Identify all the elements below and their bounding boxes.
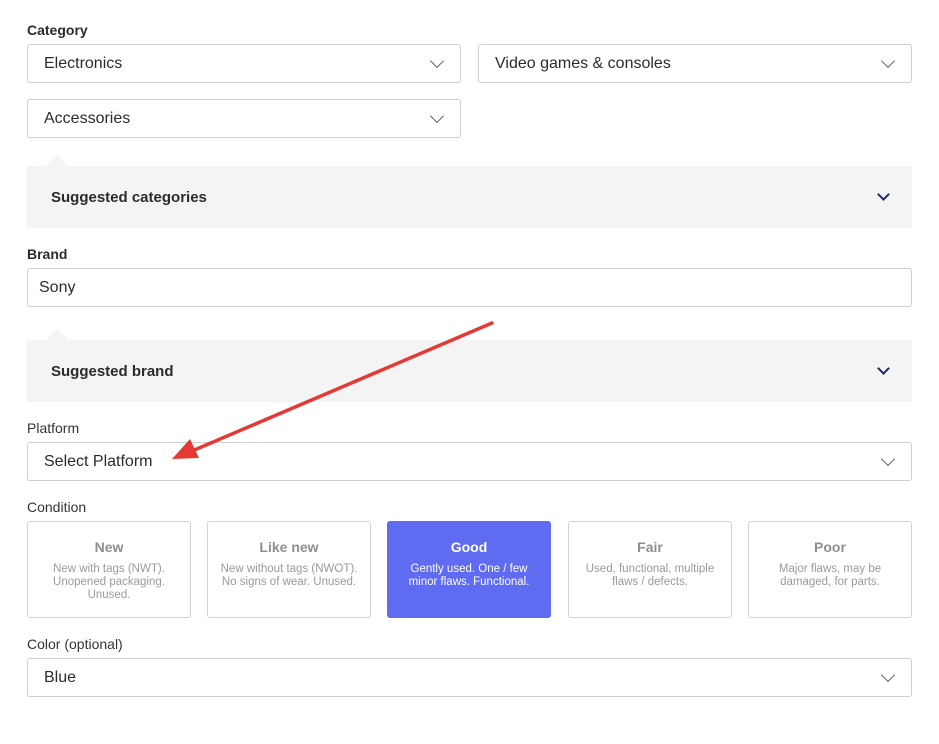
category-level3-value: Accessories <box>44 109 131 127</box>
category-label: Category <box>27 22 88 38</box>
condition-option-poor[interactable]: Poor Major flaws, may be damaged, for pa… <box>748 521 912 618</box>
platform-select[interactable]: Select Platform <box>27 442 912 481</box>
brand-value: Sony <box>39 278 76 296</box>
color-value: Blue <box>44 668 77 686</box>
condition-desc: New with tags (NWT). Unopened packaging.… <box>53 563 165 601</box>
panel-notch <box>46 155 68 166</box>
category-level1-select[interactable]: Electronics <box>27 44 461 83</box>
brand-label: Brand <box>27 246 68 262</box>
platform-label: Platform <box>27 420 80 436</box>
category-level3-select[interactable]: Accessories <box>27 99 461 138</box>
platform-placeholder: Select Platform <box>44 452 153 470</box>
condition-title: New <box>94 539 124 555</box>
chevron-down-icon <box>429 108 445 123</box>
chevron-down-icon[interactable] <box>877 188 890 201</box>
category-level1-value: Electronics <box>44 54 123 72</box>
brand-input[interactable]: Sony <box>27 268 912 307</box>
condition-desc: Major flaws, may be damaged, for parts. <box>778 563 882 588</box>
suggested-categories-panel[interactable]: Suggested categories <box>27 155 912 228</box>
chevron-down-icon <box>880 451 896 466</box>
chevron-down-icon <box>880 667 896 682</box>
condition-option-like-new[interactable]: Like new New without tags (NWOT). No sig… <box>207 521 371 618</box>
condition-desc: New without tags (NWOT). No signs of wea… <box>220 563 358 588</box>
color-select[interactable]: Blue <box>27 658 912 697</box>
condition-title: Poor <box>814 539 846 555</box>
panel-notch <box>46 329 68 340</box>
color-label: Color (optional) <box>27 636 123 652</box>
chevron-down-icon <box>880 53 896 68</box>
chevron-down-icon <box>429 53 445 68</box>
condition-title: Good <box>450 539 488 555</box>
category-level2-select[interactable]: Video games & consoles <box>478 44 912 83</box>
suggested-brand-title: Suggested brand <box>51 362 174 380</box>
suggested-brand-panel[interactable]: Suggested brand <box>27 329 912 402</box>
condition-label: Condition <box>27 499 87 515</box>
condition-option-good[interactable]: Good Gently used. One / few minor flaws.… <box>387 521 551 618</box>
suggested-categories-title: Suggested categories <box>51 188 207 206</box>
condition-title: Fair <box>637 539 663 555</box>
condition-option-new[interactable]: New New with tags (NWT). Unopened packag… <box>27 521 191 618</box>
category-level2-value: Video games & consoles <box>495 54 671 72</box>
condition-desc: Gently used. One / few minor flaws. Func… <box>408 563 530 588</box>
condition-title: Like new <box>259 539 319 555</box>
condition-desc: Used, functional, multiple flaws / defec… <box>585 563 715 588</box>
chevron-down-icon[interactable] <box>877 362 890 375</box>
condition-option-fair[interactable]: Fair Used, functional, multiple flaws / … <box>568 521 732 618</box>
